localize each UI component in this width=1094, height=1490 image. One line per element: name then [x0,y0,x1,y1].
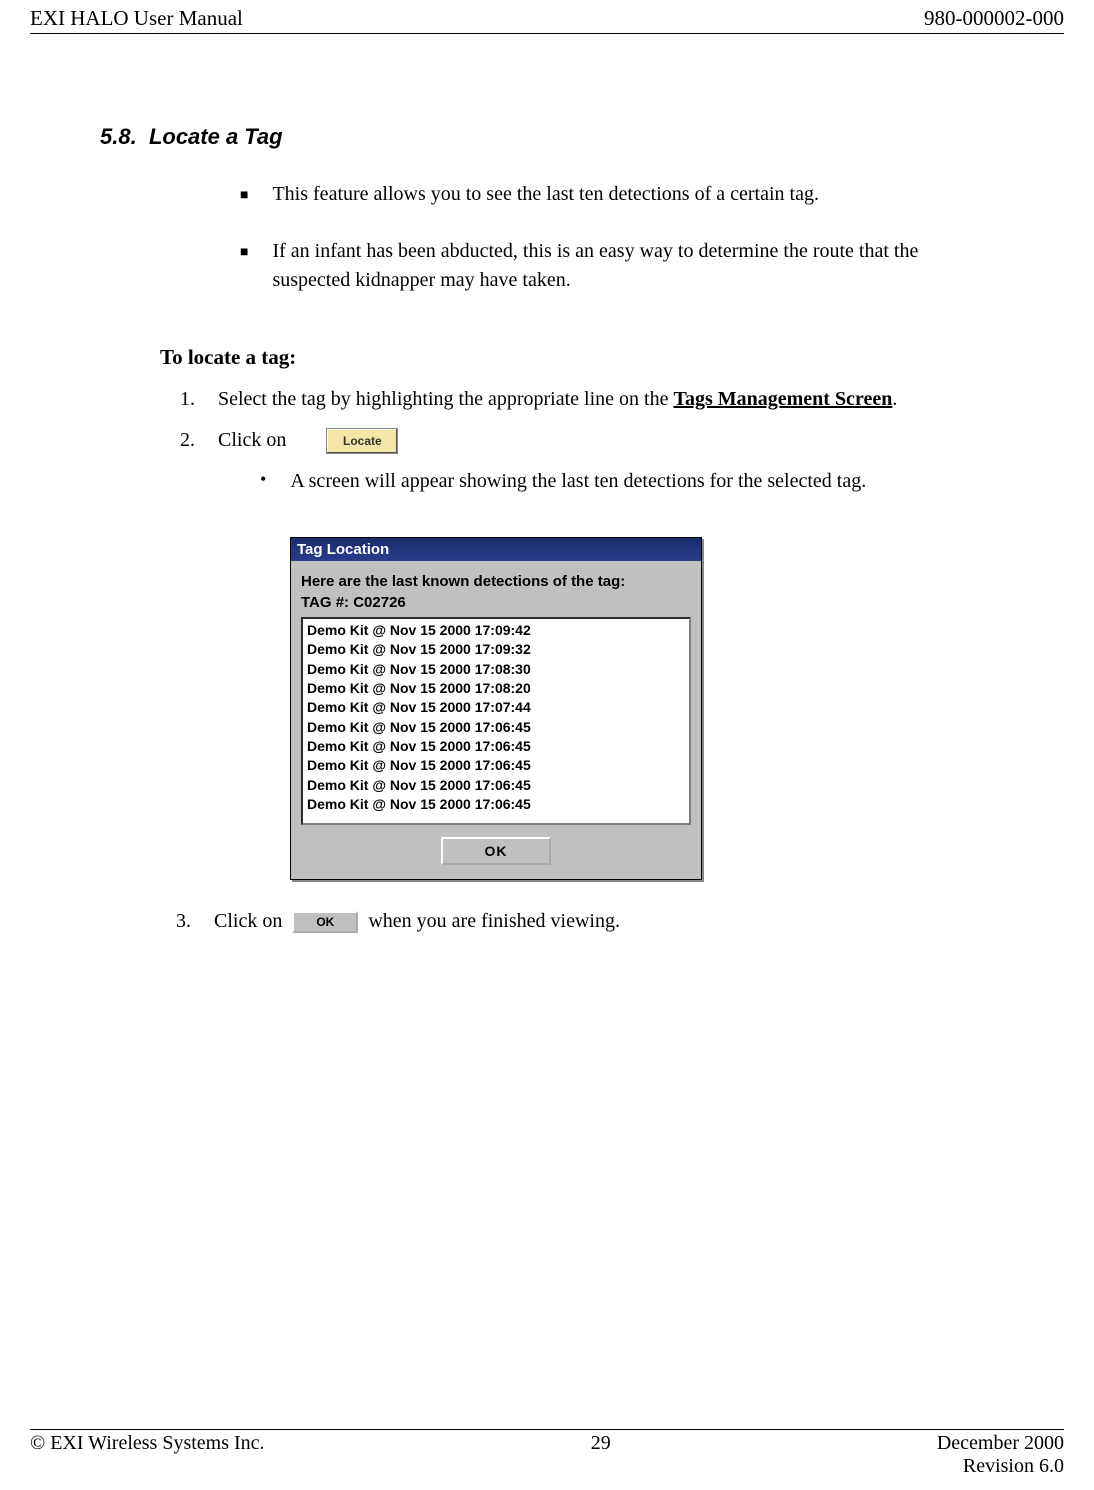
square-bullet-icon: ■ [240,241,248,295]
dialog-tag-id: TAG #: C02726 [301,594,691,611]
list-item[interactable]: Demo Kit @ Nov 15 2000 17:06:45 [307,737,685,756]
dialog-titlebar: Tag Location [291,538,701,561]
ok-button[interactable]: OK [441,837,551,865]
header-left: EXI HALO User Manual [30,6,243,31]
step-number: 3. [176,910,214,933]
page-footer: © EXI Wireless Systems Inc. 29 December … [30,1429,1064,1478]
step-2-sub: • A screen will appear showing the last … [260,466,994,497]
step-number: 1. [180,384,218,415]
step-2-sub-text: A screen will appear showing the last te… [290,466,866,497]
intro-bullet-text: If an infant has been abducted, this is … [272,237,994,295]
list-item[interactable]: Demo Kit @ Nov 15 2000 17:07:44 [307,698,685,717]
disc-bullet-icon: • [260,466,266,497]
step-1: 1. Select the tag by highlighting the ap… [180,384,994,415]
header-right: 980-000002-000 [924,6,1064,31]
footer-page-number: 29 [591,1432,611,1455]
list-item[interactable]: Demo Kit @ Nov 15 2000 17:06:45 [307,795,685,814]
list-item[interactable]: Demo Kit @ Nov 15 2000 17:08:30 [307,660,685,679]
section-name: Locate a Tag [149,124,283,149]
list-item[interactable]: Demo Kit @ Nov 15 2000 17:06:45 [307,718,685,737]
step-3: 3. Click on OK when you are finished vie… [176,910,994,933]
list-item[interactable]: Demo Kit @ Nov 15 2000 17:09:42 [307,621,685,640]
footer-left: © EXI Wireless Systems Inc. [30,1432,265,1455]
list-item[interactable]: Demo Kit @ Nov 15 2000 17:08:20 [307,679,685,698]
intro-bullet: ■ This feature allows you to see the las… [240,180,994,209]
locate-button[interactable]: Locate [326,428,398,454]
section-number: 5.8. [100,124,137,149]
list-item[interactable]: Demo Kit @ Nov 15 2000 17:09:32 [307,640,685,659]
section-title: 5.8. Locate a Tag [100,124,994,150]
intro-bullet: ■ If an infant has been abducted, this i… [240,237,994,295]
footer-date: December 2000 [937,1432,1064,1455]
detections-listbox[interactable]: Demo Kit @ Nov 15 2000 17:09:42 Demo Kit… [301,617,691,825]
square-bullet-icon: ■ [240,184,248,209]
procedure-heading: To locate a tag: [160,345,994,370]
intro-bullet-text: This feature allows you to see the last … [272,180,818,209]
step-3-text-b: when you are finished viewing. [368,910,620,933]
dialog-heading: Here are the last known detections of th… [301,573,691,590]
step-3-text-a: Click on [214,910,282,933]
ok-button-inline[interactable]: OK [292,911,358,933]
list-item[interactable]: Demo Kit @ Nov 15 2000 17:06:45 [307,776,685,795]
list-item[interactable]: Demo Kit @ Nov 15 2000 17:06:45 [307,756,685,775]
step-1-text: Select the tag by highlighting the appro… [218,384,897,415]
tag-location-dialog: Tag Location Here are the last known det… [290,537,702,880]
step-2: 2. Click on Locate [180,425,994,456]
footer-revision: Revision 6.0 [30,1455,1064,1478]
page-header: EXI HALO User Manual 980-000002-000 [30,0,1064,34]
step-number: 2. [180,425,218,456]
step-2-text: Click on [218,425,286,456]
